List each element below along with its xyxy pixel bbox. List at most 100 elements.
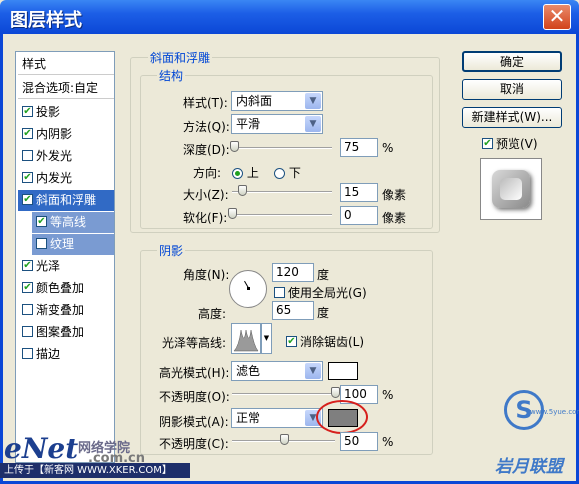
method-label: 方法(Q):: [183, 120, 230, 134]
soften-unit: 像素: [382, 211, 407, 225]
size-unit: 像素: [382, 188, 407, 202]
style-item[interactable]: ✔ 内发光: [18, 168, 114, 189]
size-label: 大小(Z):: [183, 188, 229, 202]
style-item-label: 斜面和浮雕: [36, 193, 97, 207]
style-item-checkbox[interactable]: ✔: [36, 216, 47, 227]
style-item-checkbox[interactable]: ✔: [22, 194, 33, 205]
cancel-button[interactable]: 取消: [462, 79, 562, 100]
style-item[interactable]: 描边: [18, 344, 114, 365]
soften-slider-thumb[interactable]: [228, 208, 237, 219]
style-label: 样式(T):: [183, 96, 228, 110]
bevel-emboss-title: 斜面和浮雕: [148, 49, 213, 66]
shadow-opacity-thumb[interactable]: [279, 434, 289, 445]
direction-label: 方向:: [193, 166, 222, 180]
angle-input[interactable]: 120: [272, 263, 314, 282]
size-slider-thumb[interactable]: [238, 185, 247, 196]
antialias-label: 消除锯齿(L): [300, 335, 365, 349]
style-item[interactable]: ✔ 内阴影: [18, 124, 114, 145]
window-title: 图层样式: [10, 10, 82, 31]
angle-dial[interactable]: [229, 270, 267, 308]
highlight-mode-value: 滤色: [236, 364, 261, 378]
highlight-mode-label: 高光模式(H):: [159, 366, 230, 380]
direction-up-option[interactable]: 上: [232, 164, 259, 181]
highlight-opacity-thumb[interactable]: [331, 387, 340, 398]
structure-title: 结构: [157, 67, 186, 84]
style-item-checkbox[interactable]: ✔: [22, 128, 33, 139]
size-slider-track[interactable]: [232, 191, 332, 193]
shadow-opacity-unit: %: [382, 435, 394, 449]
depth-slider-thumb[interactable]: [230, 141, 239, 152]
direction-down-label: 下: [288, 166, 301, 180]
antialias-checkbox[interactable]: ✔: [286, 336, 297, 347]
direction-down-option[interactable]: 下: [274, 164, 301, 181]
size-input[interactable]: 15: [340, 183, 378, 202]
highlight-color-swatch[interactable]: [328, 362, 358, 380]
new-style-button[interactable]: 新建样式(W)...: [462, 107, 562, 128]
preview-inner: [500, 178, 522, 200]
style-item-label: 渐变叠加: [36, 303, 85, 317]
style-item[interactable]: 图案叠加: [18, 322, 114, 343]
style-item[interactable]: ✔ 投影: [18, 102, 114, 123]
style-item-label: 图案叠加: [36, 325, 85, 339]
highlight-mode-select[interactable]: 滤色 ▼: [231, 361, 323, 381]
close-button[interactable]: ✕: [543, 4, 571, 30]
style-item-checkbox[interactable]: [36, 238, 47, 249]
preview-option[interactable]: ✔ 预览(V): [482, 135, 538, 152]
style-item[interactable]: ✔ 光泽: [18, 256, 114, 277]
shadow-mode-label: 阴影模式(A):: [159, 415, 229, 429]
preview-checkbox[interactable]: ✔: [482, 138, 493, 149]
direction-up-label: 上: [246, 166, 259, 180]
style-item-checkbox[interactable]: [22, 150, 33, 161]
global-light-checkbox[interactable]: [274, 287, 285, 298]
style-item-checkbox[interactable]: [22, 304, 33, 315]
styles-header[interactable]: 样式: [18, 54, 114, 75]
highlight-opacity-track[interactable]: [232, 393, 335, 395]
style-item[interactable]: 渐变叠加: [18, 300, 114, 321]
depth-label: 深度(D):: [183, 143, 230, 157]
style-item-label: 光泽: [36, 259, 61, 273]
chevron-down-icon[interactable]: ▼: [261, 323, 272, 354]
method-select[interactable]: 平滑 ▼: [231, 114, 323, 134]
style-item[interactable]: ✔ 颜色叠加: [18, 278, 114, 299]
style-item-label: 等高线: [50, 215, 87, 229]
global-light-label: 使用全局光(G): [288, 286, 367, 300]
style-item-checkbox[interactable]: ✔: [22, 172, 33, 183]
direction-up-radio[interactable]: [232, 168, 243, 179]
enet-watermark: eNet: [4, 432, 79, 465]
style-item-checkbox[interactable]: [22, 348, 33, 359]
shadow-opacity-input[interactable]: 50: [340, 432, 378, 451]
antialias-option[interactable]: ✔ 消除锯齿(L): [286, 333, 364, 350]
style-item-checkbox[interactable]: ✔: [22, 106, 33, 117]
direction-down-radio[interactable]: [274, 168, 285, 179]
global-light-option[interactable]: 使用全局光(G): [274, 284, 367, 301]
chevron-down-icon: ▼: [305, 116, 321, 132]
contour-preview-icon: [233, 329, 259, 352]
style-item-checkbox[interactable]: ✔: [22, 282, 33, 293]
5yue-site-watermark: www.5yue.com: [530, 408, 579, 416]
style-item-checkbox[interactable]: [22, 326, 33, 337]
angle-unit: 度: [317, 268, 330, 282]
blending-options-item[interactable]: 混合选项:自定: [18, 78, 114, 99]
soften-slider-track[interactable]: [232, 214, 332, 216]
soften-label: 软化(F):: [183, 211, 228, 225]
title-bar: 图层样式 ✕: [0, 0, 579, 34]
depth-input[interactable]: 75: [340, 138, 378, 157]
style-item[interactable]: ✔ 等高线: [32, 212, 114, 233]
altitude-input[interactable]: 65: [272, 301, 314, 320]
chevron-down-icon: ▼: [305, 363, 321, 379]
style-select[interactable]: 内斜面 ▼: [231, 91, 323, 111]
soften-input[interactable]: 0: [340, 206, 378, 225]
gloss-contour-picker[interactable]: [231, 323, 261, 354]
style-item-label: 内发光: [36, 171, 73, 185]
style-item-checkbox[interactable]: ✔: [22, 260, 33, 271]
highlight-circle-annotation: [316, 400, 368, 434]
ok-button[interactable]: 确定: [462, 51, 562, 72]
style-select-value: 内斜面: [236, 94, 273, 108]
style-item[interactable]: 外发光: [18, 146, 114, 167]
5yue-watermark: 岩月联盟: [495, 457, 563, 477]
shadow-mode-select[interactable]: 正常 ▼: [231, 408, 323, 428]
depth-slider-track[interactable]: [232, 147, 332, 149]
style-item[interactable]: 纹理: [32, 234, 114, 255]
style-item[interactable]: ✔ 斜面和浮雕: [18, 190, 114, 211]
style-item-label: 描边: [36, 347, 61, 361]
